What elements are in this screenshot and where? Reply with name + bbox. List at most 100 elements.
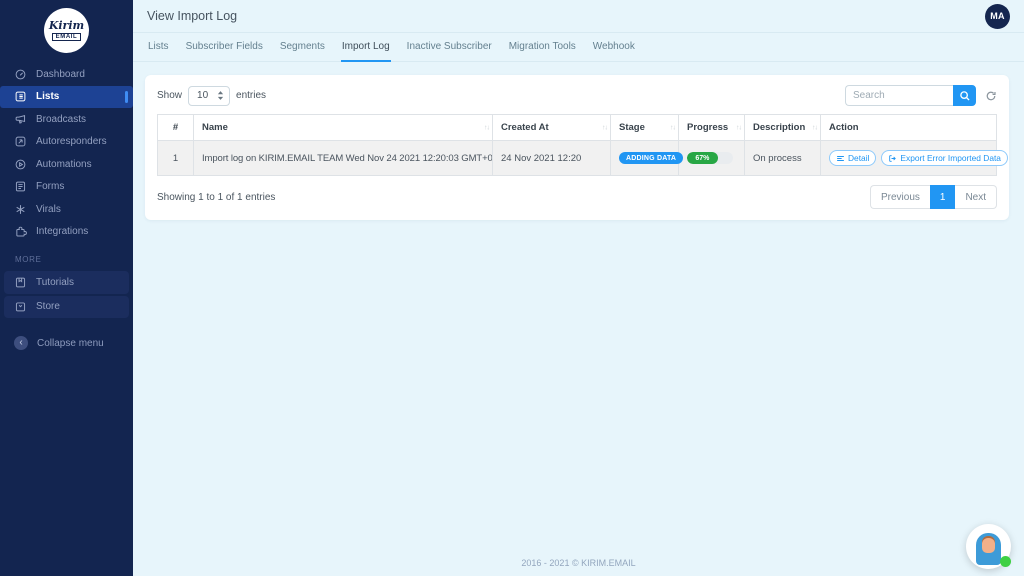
search-icon bbox=[959, 90, 971, 102]
sidebar-item-forms[interactable]: Forms bbox=[0, 176, 133, 199]
sidebar-item-label: Integrations bbox=[36, 226, 88, 237]
pagination-page-1[interactable]: 1 bbox=[930, 185, 956, 209]
list-icon bbox=[836, 154, 845, 163]
import-name-cell: Import log on KIRIM.EMAIL TEAM Wed Nov 2… bbox=[194, 141, 493, 176]
store-icon bbox=[14, 300, 27, 313]
logo-text-kirim: Kirim bbox=[49, 20, 84, 32]
dashboard-icon bbox=[14, 68, 27, 81]
column-header-created-at[interactable]: Created At↑↓ bbox=[493, 115, 611, 141]
pagination-next[interactable]: Next bbox=[955, 185, 997, 209]
entries-select[interactable]: 10 bbox=[188, 86, 230, 106]
tab-subscriber-fields[interactable]: Subscriber Fields bbox=[185, 33, 264, 62]
tab-webhook[interactable]: Webhook bbox=[592, 33, 636, 62]
sidebar-item-virals[interactable]: Virals bbox=[0, 198, 133, 221]
chat-widget[interactable] bbox=[966, 524, 1011, 569]
tutorials-icon bbox=[14, 276, 27, 289]
description-cell: On process bbox=[745, 141, 821, 176]
tab-inactive-subscriber[interactable]: Inactive Subscriber bbox=[406, 33, 493, 62]
online-status-dot bbox=[1000, 556, 1011, 567]
search-button[interactable] bbox=[953, 85, 976, 106]
sidebar: Kirim EMAIL Dashboard Lists Broadcasts A… bbox=[0, 0, 133, 576]
refresh-button[interactable] bbox=[985, 90, 997, 102]
sidebar-item-label: Autoresponders bbox=[36, 136, 107, 147]
sidebar-item-label: Virals bbox=[36, 204, 61, 215]
sidebar-item-label: Lists bbox=[36, 91, 59, 102]
import-log-card: Show 10 entries bbox=[145, 75, 1009, 220]
entries-select-value: 10 bbox=[197, 90, 208, 101]
tab-import-log[interactable]: Import Log bbox=[341, 33, 391, 62]
page-size-control: Show 10 entries bbox=[157, 86, 266, 106]
sort-icon: ↑↓ bbox=[670, 124, 675, 131]
user-avatar[interactable]: MA bbox=[985, 4, 1010, 29]
action-cell: Detail Export Error Imported Data bbox=[821, 141, 997, 176]
virals-icon bbox=[14, 203, 27, 216]
progress-cell: 67% bbox=[679, 141, 745, 176]
integrations-icon bbox=[14, 225, 27, 238]
column-header-stage[interactable]: Stage↑↓ bbox=[611, 115, 679, 141]
sort-icon: ↑↓ bbox=[484, 124, 489, 131]
entries-summary: Showing 1 to 1 of 1 entries bbox=[157, 192, 275, 203]
logo-container: Kirim EMAIL bbox=[0, 0, 133, 63]
lists-icon bbox=[14, 90, 27, 103]
column-header-num[interactable]: # bbox=[158, 115, 194, 141]
show-label: Show bbox=[157, 90, 182, 101]
page-title: View Import Log bbox=[147, 9, 237, 23]
column-header-name[interactable]: Name↑↓ bbox=[194, 115, 493, 141]
search-control bbox=[845, 85, 997, 106]
sidebar-item-tutorials[interactable]: Tutorials bbox=[4, 271, 129, 294]
refresh-icon bbox=[985, 90, 997, 102]
column-header-description[interactable]: Description↑↓ bbox=[745, 115, 821, 141]
import-log-table: # Name↑↓ Created At↑↓ Stage↑↓ Progress↑↓… bbox=[157, 114, 997, 176]
column-header-progress[interactable]: Progress↑↓ bbox=[679, 115, 745, 141]
progress-bar-fill: 67% bbox=[687, 152, 718, 164]
pagination: Previous 1 Next bbox=[870, 185, 997, 209]
tab-lists[interactable]: Lists bbox=[147, 33, 170, 62]
broadcasts-icon bbox=[14, 113, 27, 126]
sidebar-item-store[interactable]: Store bbox=[4, 296, 129, 319]
automations-icon bbox=[14, 158, 27, 171]
table-header-row: # Name↑↓ Created At↑↓ Stage↑↓ Progress↑↓… bbox=[158, 115, 997, 141]
sort-icon: ↑↓ bbox=[602, 124, 607, 131]
collapse-menu-button[interactable]: ‹ Collapse menu bbox=[0, 332, 133, 354]
sidebar-item-automations[interactable]: Automations bbox=[0, 153, 133, 176]
kirim-email-logo[interactable]: Kirim EMAIL bbox=[44, 8, 89, 53]
tab-segments[interactable]: Segments bbox=[279, 33, 326, 62]
select-arrows-icon bbox=[217, 90, 224, 101]
sidebar-item-label: Tutorials bbox=[36, 277, 74, 288]
table-footer: Showing 1 to 1 of 1 entries Previous 1 N… bbox=[157, 185, 997, 209]
entries-label: entries bbox=[236, 90, 266, 101]
collapse-menu-label: Collapse menu bbox=[37, 338, 104, 349]
sidebar-item-autoresponders[interactable]: Autoresponders bbox=[0, 131, 133, 154]
sidebar-item-label: Broadcasts bbox=[36, 114, 86, 125]
main-area: View Import Log MA Lists Subscriber Fiel… bbox=[133, 0, 1024, 576]
search-input[interactable] bbox=[845, 85, 953, 106]
tab-migration-tools[interactable]: Migration Tools bbox=[508, 33, 577, 62]
row-number-cell: 1 bbox=[158, 141, 194, 176]
pagination-previous[interactable]: Previous bbox=[870, 185, 930, 209]
chevron-left-icon: ‹ bbox=[14, 336, 28, 350]
forms-icon bbox=[14, 180, 27, 193]
sidebar-item-integrations[interactable]: Integrations bbox=[0, 221, 133, 244]
progress-bar: 67% bbox=[687, 152, 733, 164]
detail-button[interactable]: Detail bbox=[829, 150, 876, 166]
sort-icon: ↑↓ bbox=[736, 124, 741, 131]
table-controls: Show 10 entries bbox=[157, 85, 997, 106]
page-header: View Import Log MA bbox=[133, 0, 1024, 33]
export-error-button[interactable]: Export Error Imported Data bbox=[881, 150, 1008, 166]
export-icon bbox=[888, 154, 897, 163]
sidebar-item-label: Store bbox=[36, 301, 60, 312]
sidebar-item-label: Dashboard bbox=[36, 69, 85, 80]
sidebar-item-label: Automations bbox=[36, 159, 92, 170]
sidebar-item-label: Forms bbox=[36, 181, 64, 192]
sidebar-item-broadcasts[interactable]: Broadcasts bbox=[0, 108, 133, 131]
more-section-label: MORE bbox=[0, 243, 133, 270]
sort-icon: ↑↓ bbox=[812, 124, 817, 131]
sidebar-item-dashboard[interactable]: Dashboard bbox=[0, 63, 133, 86]
column-header-action: Action bbox=[821, 115, 997, 141]
created-at-cell: 24 Nov 2021 12:20 bbox=[493, 141, 611, 176]
content-area: Show 10 entries bbox=[133, 62, 1024, 576]
stage-badge: ADDING DATA bbox=[619, 152, 683, 164]
sidebar-item-lists[interactable]: Lists bbox=[0, 86, 133, 109]
tab-bar: Lists Subscriber Fields Segments Import … bbox=[133, 33, 1024, 62]
stage-cell: ADDING DATA bbox=[611, 141, 679, 176]
